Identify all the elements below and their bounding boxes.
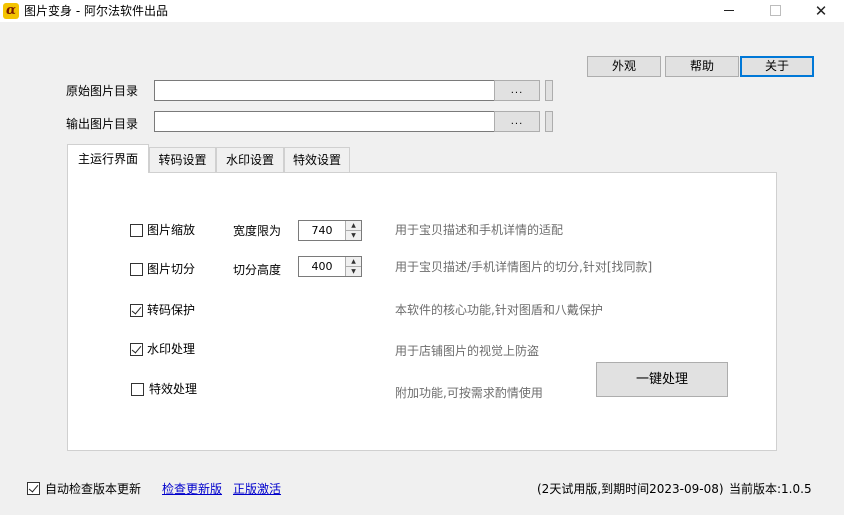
appearance-button[interactable]: 外观 [587, 56, 661, 77]
output-browse-button[interactable]: ... [494, 111, 540, 132]
stepper-up-icon[interactable]: ▲ [346, 221, 361, 231]
watermark-description: 用于店铺图片的视觉上防盗 [395, 344, 540, 358]
source-browse-button[interactable]: ... [494, 80, 540, 101]
source-dir-input[interactable] [154, 80, 495, 101]
tab-main[interactable]: 主运行界面 [67, 144, 149, 173]
close-button[interactable]: ✕ [798, 0, 844, 22]
watermark-checkbox[interactable] [130, 343, 143, 356]
stepper-down-icon[interactable]: ▼ [346, 267, 361, 276]
app-logo-icon: α [3, 3, 19, 19]
width-limit-value[interactable]: 740 [299, 221, 345, 240]
source-dir-label: 原始图片目录 [66, 84, 139, 98]
tab-transcode-settings[interactable]: 转码设置 [149, 147, 216, 172]
width-limit-label: 宽度限为 [233, 224, 282, 238]
source-dir-extra-button[interactable] [545, 80, 553, 101]
split-height-label: 切分高度 [233, 263, 282, 277]
minimize-icon [724, 10, 734, 11]
effect-label: 特效处理 [149, 382, 198, 396]
one-click-process-button[interactable]: 一键处理 [596, 362, 728, 397]
output-dir-label: 输出图片目录 [66, 117, 139, 131]
scale-checkbox[interactable] [130, 224, 143, 237]
trial-status: (2天试用版,到期时间2023-09-08) [537, 482, 724, 496]
maximize-button[interactable] [752, 0, 798, 22]
effect-checkbox[interactable] [131, 383, 144, 396]
split-height-stepper[interactable]: 400 ▲ ▼ [298, 256, 362, 277]
split-checkbox[interactable] [130, 263, 143, 276]
watermark-label: 水印处理 [147, 342, 196, 356]
split-description: 用于宝贝描述/手机详情图片的切分,针对[找同款] [395, 260, 653, 274]
width-limit-stepper[interactable]: 740 ▲ ▼ [298, 220, 362, 241]
stepper-down-icon[interactable]: ▼ [346, 231, 361, 240]
split-height-value[interactable]: 400 [299, 257, 345, 276]
help-button[interactable]: 帮助 [665, 56, 739, 77]
effect-description: 附加功能,可按需求酌情使用 [395, 386, 543, 400]
scale-label: 图片缩放 [147, 223, 196, 237]
check-update-link[interactable]: 检查更新版 [162, 481, 222, 497]
transcode-protect-label: 转码保护 [147, 303, 196, 317]
stepper-up-icon[interactable]: ▲ [346, 257, 361, 267]
auto-check-update-label: 自动检查版本更新 [45, 482, 142, 496]
tab-effect-settings[interactable]: 特效设置 [284, 147, 350, 172]
output-dir-input[interactable] [154, 111, 495, 132]
window-title: 图片变身 - 阿尔法软件出品 [24, 4, 168, 18]
transcode-protect-checkbox[interactable] [130, 304, 143, 317]
split-height-stepper-buttons: ▲ ▼ [345, 257, 361, 276]
auto-check-update-checkbox[interactable] [27, 482, 40, 495]
about-button[interactable]: 关于 [740, 56, 814, 77]
activate-link[interactable]: 正版激活 [233, 481, 281, 497]
scale-description: 用于宝贝描述和手机详情的适配 [395, 223, 564, 237]
close-icon: ✕ [814, 2, 828, 20]
width-limit-stepper-buttons: ▲ ▼ [345, 221, 361, 240]
checkmark-icon [131, 304, 142, 315]
checkmark-icon [28, 482, 39, 493]
maximize-icon [769, 5, 781, 16]
version-label: 当前版本:1.0.5 [729, 482, 812, 496]
minimize-button[interactable] [706, 0, 752, 22]
tab-watermark-settings[interactable]: 水印设置 [216, 147, 284, 172]
split-label: 图片切分 [147, 262, 196, 276]
output-dir-extra-button[interactable] [545, 111, 553, 132]
checkmark-icon [131, 343, 142, 354]
transcode-protect-description: 本软件的核心功能,针对图盾和八戴保护 [395, 303, 603, 317]
